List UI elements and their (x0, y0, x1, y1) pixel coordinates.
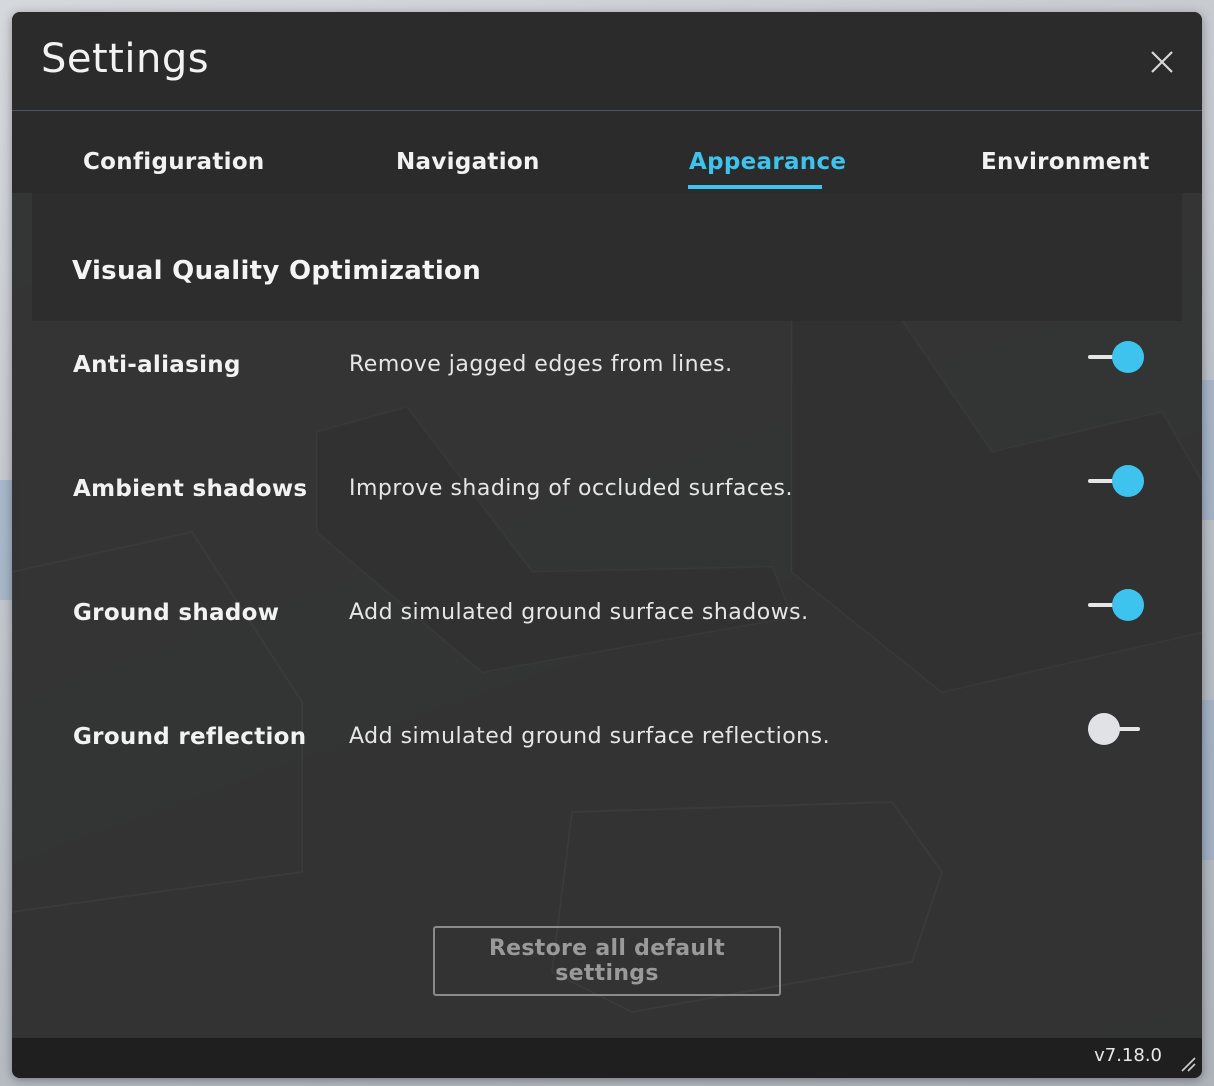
toggle-knob (1112, 341, 1144, 373)
close-icon[interactable] (1147, 47, 1177, 77)
setting-description: Improve shading of occluded surfaces. (349, 476, 793, 501)
section-title: Visual Quality Optimization (72, 256, 482, 286)
ambient-shadows-toggle[interactable] (1086, 462, 1150, 500)
setting-row-anti-aliasing: Anti-aliasing Remove jagged edges from l… (12, 341, 1202, 412)
tab-navigation[interactable]: Navigation (396, 149, 540, 175)
setting-row-ground-reflection: Ground reflection Add simulated ground s… (12, 713, 1202, 784)
toggle-knob (1088, 713, 1120, 745)
ground-reflection-toggle[interactable] (1086, 710, 1150, 748)
setting-label: Anti-aliasing (73, 352, 241, 378)
toggle-knob (1112, 589, 1144, 621)
dialog-header: Settings (12, 12, 1202, 111)
tab-environment[interactable]: Environment (981, 149, 1150, 175)
dialog-title: Settings (41, 36, 210, 82)
tab-bar: Configuration Navigation Appearance Envi… (12, 111, 1202, 193)
dialog-footer: v7.18.0 (12, 1038, 1202, 1078)
setting-row-ambient-shadows: Ambient shadows Improve shading of occlu… (12, 465, 1202, 536)
ground-shadow-toggle[interactable] (1086, 586, 1150, 624)
restore-defaults-button[interactable]: Restore all default settings (433, 926, 781, 996)
version-label: v7.18.0 (1094, 1045, 1162, 1066)
tab-appearance[interactable]: Appearance (689, 149, 846, 175)
resize-handle-icon[interactable] (1180, 1056, 1196, 1072)
section-header: Visual Quality Optimization (32, 193, 1182, 321)
setting-label: Ambient shadows (73, 476, 308, 502)
setting-description: Add simulated ground surface shadows. (349, 600, 809, 625)
toggle-knob (1112, 465, 1144, 497)
tab-configuration[interactable]: Configuration (83, 149, 265, 175)
setting-description: Remove jagged edges from lines. (349, 352, 733, 377)
settings-dialog: Settings Configuration Navigation Appear… (12, 12, 1202, 1078)
setting-label: Ground reflection (73, 724, 307, 750)
setting-label: Ground shadow (73, 600, 280, 626)
setting-description: Add simulated ground surface reflections… (349, 724, 831, 749)
anti-aliasing-toggle[interactable] (1086, 338, 1150, 376)
setting-row-ground-shadow: Ground shadow Add simulated ground surfa… (12, 589, 1202, 660)
active-tab-indicator (688, 185, 822, 189)
